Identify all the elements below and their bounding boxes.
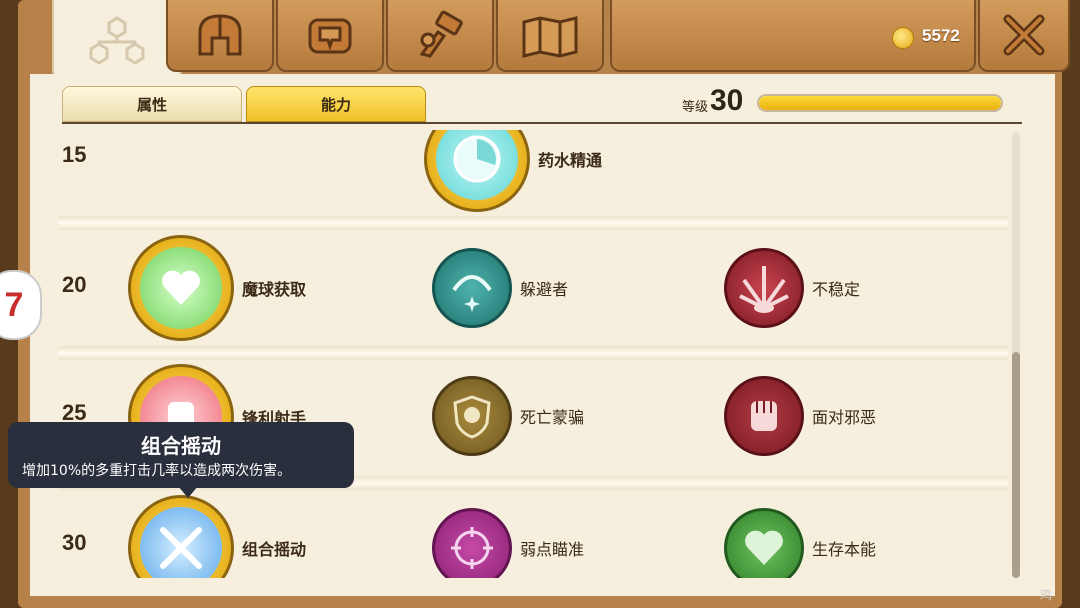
skill-unstable[interactable]: 不稳定	[724, 248, 860, 328]
tab-inventory[interactable]	[276, 0, 384, 72]
skull-shield-icon	[432, 376, 512, 456]
skill-potion-mastery[interactable]: 药水精通	[424, 130, 602, 212]
dodge-icon	[432, 248, 512, 328]
heart-orb-icon	[128, 235, 234, 341]
subtab-divider	[62, 122, 1022, 124]
skill-face-evil[interactable]: 面对邪恶	[724, 376, 876, 456]
skill-cheat-death[interactable]: 死亡蒙骗	[432, 376, 584, 456]
close-button[interactable]	[978, 0, 1070, 72]
skill-name: 生存本能	[812, 540, 877, 559]
tab-map[interactable]	[496, 0, 604, 72]
ability-scrollbar[interactable]	[1012, 132, 1020, 578]
skill-dodger[interactable]: 躲避者	[432, 248, 568, 328]
tab-crafting[interactable]	[386, 0, 494, 72]
skill-name: 组合摇动	[242, 540, 307, 559]
skill-weak-spot-aim[interactable]: 弱点瞄准	[432, 508, 584, 578]
tab-equipment[interactable]	[166, 0, 274, 72]
crosshair-icon	[432, 508, 512, 578]
scrollbar-thumb[interactable]	[1012, 352, 1020, 578]
tab-skill-tree[interactable]	[52, 0, 182, 80]
skill-tooltip: 组合摇动 增加10%的多重打击几率以造成两次伤害。	[8, 422, 354, 498]
level-label: 等级	[682, 100, 709, 115]
row-level: 20	[62, 272, 87, 297]
crossed-swords-icon	[128, 495, 234, 578]
skill-combo-swing[interactable]: 组合摇动	[128, 495, 306, 578]
tooltip-arrow	[178, 486, 198, 498]
skill-survival-instinct[interactable]: 生存本能	[724, 508, 876, 578]
backpack-icon	[308, 18, 352, 54]
tooltip-title: 组合摇动	[141, 434, 221, 458]
skill-name: 药水精通	[538, 151, 603, 170]
side-badge: 7	[0, 270, 42, 340]
ability-row: 15 药水精通	[58, 130, 1008, 245]
potion-clock-icon	[424, 130, 530, 212]
gold-amount: 5572	[922, 26, 960, 45]
row-level: 15	[62, 142, 87, 167]
unstable-icon	[724, 248, 804, 328]
watermark: 鸡	[1040, 588, 1053, 602]
row-separator	[58, 346, 1008, 360]
hammer-icon	[419, 10, 463, 58]
skill-name: 弱点瞄准	[520, 540, 585, 559]
skill-name: 魔球获取	[242, 280, 307, 299]
tab-attributes[interactable]: 属性	[62, 86, 242, 122]
gold-coin-icon	[892, 27, 914, 49]
map-icon	[522, 16, 578, 58]
heart-icon	[724, 508, 804, 578]
tab-abilities-label: 能力	[320, 95, 351, 114]
ability-row: 20 魔球获取 躲避者 不稳定	[58, 232, 1008, 347]
level-value: 30	[710, 84, 744, 117]
ability-row: 30 组合摇动 弱点瞄准 生存本能	[58, 492, 1008, 578]
close-icon	[1003, 14, 1045, 56]
row-level: 30	[62, 530, 87, 555]
xp-progress-bar	[757, 94, 1003, 112]
tab-abilities[interactable]: 能力	[246, 86, 426, 122]
skill-orb-pickup[interactable]: 魔球获取	[128, 235, 306, 341]
skill-name: 死亡蒙骗	[520, 408, 585, 427]
fist-icon	[724, 376, 804, 456]
tab-attributes-label: 属性	[136, 95, 167, 114]
xp-progress-fill	[759, 96, 1001, 110]
skill-name: 不稳定	[812, 280, 861, 299]
helmet-icon	[198, 14, 242, 56]
ability-list[interactable]: 15 药水精通 20 魔球获取 躲避者 不稳定 25 锋利射手 死亡蒙骗 面对邪…	[58, 130, 1008, 578]
skill-tree-icon	[89, 16, 145, 64]
currency-display: 5572	[610, 0, 976, 72]
tooltip-description: 增加10%的多重打击几率以造成两次伤害。	[22, 463, 292, 479]
skill-name: 躲避者	[520, 280, 569, 299]
skill-name: 面对邪恶	[812, 408, 877, 427]
